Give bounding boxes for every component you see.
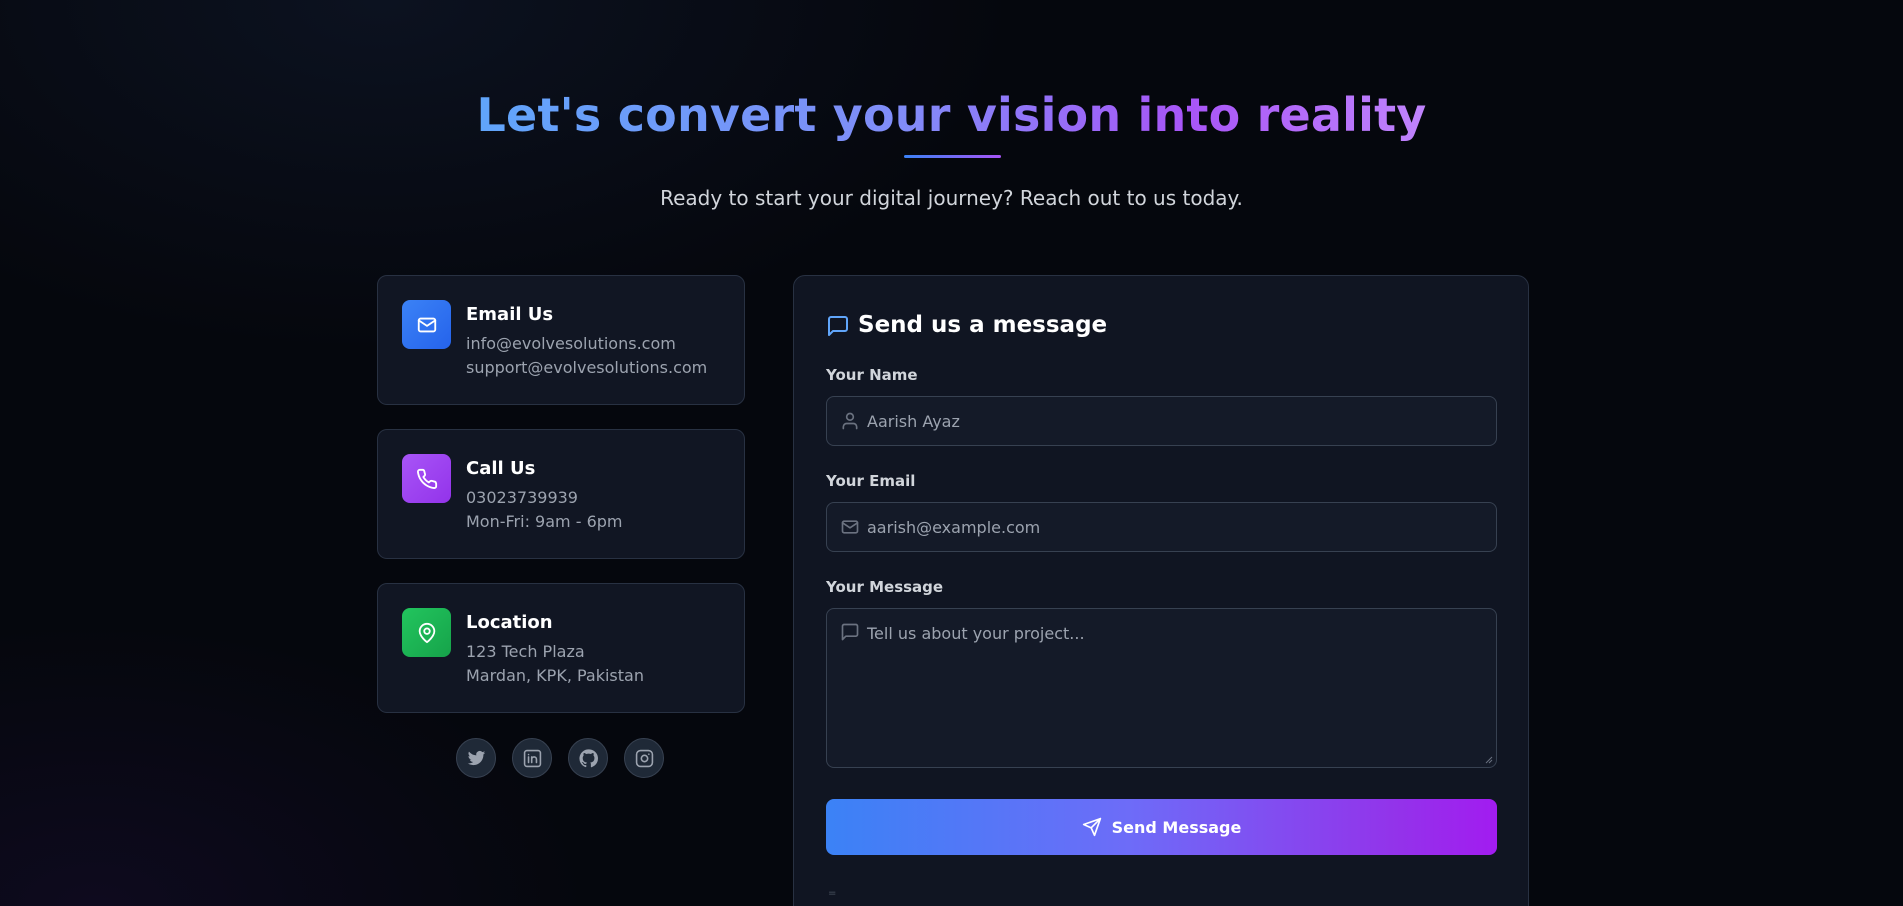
email-card: Email Us info@evolvesolutions.com suppor… [377,275,745,405]
mail-icon [402,300,451,349]
name-input[interactable]: Aarish Ayaz [826,396,1497,446]
phone-card: Call Us 03023739939 Mon-Fri: 9am - 6pm [377,429,745,559]
user-icon [842,412,858,430]
map-pin-icon [402,608,451,657]
twitter-button[interactable] [456,738,496,778]
send-icon [1082,817,1101,837]
email-placeholder: aarish@example.com [867,518,1041,537]
form-title: Send us a message [858,312,1108,338]
instagram-button[interactable] [624,738,664,778]
phone-number[interactable]: 03023739939 [466,488,578,507]
github-button[interactable] [568,738,608,778]
hero-title: Let's convert your vision into reality [0,88,1903,142]
hero-title-text: Let's convert your vision into reality [476,88,1427,142]
phone-icon [402,454,451,503]
address-line-1: 123 Tech Plaza [466,642,585,661]
message-placeholder: Tell us about your project... [867,624,1085,643]
mail-icon [841,520,859,534]
twitter-icon [467,750,485,765]
phone-card-title: Call Us [466,458,536,479]
email-address-primary[interactable]: info@evolvesolutions.com [466,334,676,353]
office-hours: Mon-Fri: 9am - 6pm [466,512,623,531]
github-icon [578,748,598,767]
message-square-icon [828,316,848,336]
address-line-2: Mardan, KPK, Pakistan [466,666,644,685]
name-placeholder: Aarish Ayaz [867,412,960,431]
footer-mark: = [828,888,837,899]
contact-page: Let's convert your vision into reality R… [0,0,1903,906]
email-card-title: Email Us [466,304,554,325]
email-label: Your Email [826,472,916,490]
linkedin-button[interactable] [512,738,552,778]
message-textarea[interactable]: Tell us about your project... [826,608,1497,768]
name-label: Your Name [826,366,918,384]
contact-form: Send us a message Your Name Aarish Ayaz … [793,275,1529,906]
email-address-support[interactable]: support@evolvesolutions.com [466,358,707,377]
send-message-label: Send Message [1111,817,1242,837]
title-underline [904,155,1001,158]
hero-subtitle: Ready to start your digital journey? Rea… [660,186,1243,210]
location-card-title: Location [466,612,553,633]
instagram-icon [635,749,653,767]
linkedin-icon [523,749,541,767]
send-message-button[interactable]: Send Message [826,799,1497,855]
message-label: Your Message [826,578,944,596]
location-card: Location 123 Tech Plaza Mardan, KPK, Pak… [377,583,745,713]
email-input[interactable]: aarish@example.com [826,502,1497,552]
message-square-icon [841,623,859,641]
resize-handle-icon[interactable] [1483,754,1493,764]
